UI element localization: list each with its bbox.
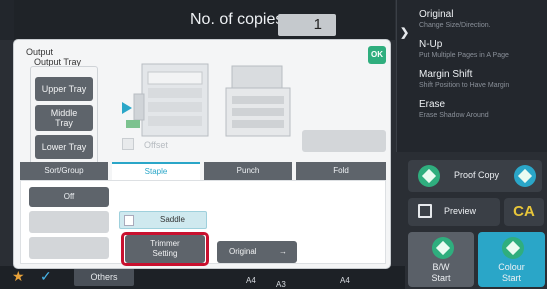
copies-input[interactable]: 1 — [278, 14, 336, 36]
middle-tray-button[interactable]: Middle Tray — [35, 105, 93, 131]
preview-icon — [418, 204, 432, 218]
tab-punch[interactable]: Punch — [204, 162, 292, 180]
start-colour-icon — [502, 237, 524, 259]
staple-option-disabled — [29, 211, 109, 233]
start-icon — [432, 237, 454, 259]
finishing-tabs: Sort/Group Staple Punch Fold — [20, 162, 386, 180]
home-strip — [0, 0, 14, 40]
lower-tray-button[interactable]: Lower Tray — [35, 135, 93, 159]
tray-size-label: A3 — [276, 280, 286, 289]
tray-size-label: A4 — [340, 276, 350, 285]
bw-start-label: B/W Start — [431, 262, 451, 283]
dialog-title: Output — [26, 47, 54, 57]
others-button[interactable]: Others — [74, 268, 134, 286]
top-bar: No. of copies 1 — [0, 0, 395, 40]
preview-button[interactable]: Preview — [408, 198, 500, 226]
copier-screen: No. of copies 1 ❯ Original Change Size/D… — [0, 0, 547, 289]
staple-option-disabled — [29, 237, 109, 259]
highlight-frame — [121, 232, 209, 266]
staple-off-button[interactable]: Off — [29, 187, 109, 207]
star-icon[interactable]: ★ — [12, 268, 25, 285]
tab-staple[interactable]: Staple — [112, 162, 200, 180]
mode-original[interactable]: Original Change Size/Direction. — [419, 9, 491, 29]
chevron-right-icon[interactable]: ❯ — [400, 26, 409, 39]
tab-fold[interactable]: Fold — [296, 162, 386, 180]
staple-options: Off Saddle Trimmer Setting Original → — [20, 180, 386, 266]
colour-start-button[interactable]: Colour Start — [478, 232, 545, 287]
tab-sort-group[interactable]: Sort/Group — [20, 162, 108, 180]
ok-button[interactable]: OK — [368, 46, 386, 64]
tray-size-label: A4 — [246, 276, 256, 285]
clear-all-button[interactable]: CA — [504, 198, 544, 226]
proof-copy-button[interactable]: Proof Copy — [408, 160, 542, 192]
upper-tray-button[interactable]: Upper Tray — [35, 77, 93, 101]
output-dialog: Output OK Output Tray Upper Tray Middle … — [14, 40, 390, 268]
proof-colour-icon — [514, 165, 536, 187]
special-modes-panel: ❯ Original Change Size/Direction. N-Up P… — [396, 0, 547, 152]
proof-icon — [418, 165, 440, 187]
saddle-icon — [124, 215, 134, 226]
output-tray-group: Upper Tray Middle Tray Lower Tray — [30, 66, 98, 170]
original-button[interactable]: Original → — [217, 241, 297, 263]
mode-erase[interactable]: Erase Erase Shadow Around — [419, 99, 489, 119]
saddle-option[interactable]: Saddle — [119, 211, 207, 229]
offset-label: Offset — [144, 140, 168, 150]
mode-n-up[interactable]: N-Up Put Multiple Pages in A Page — [419, 39, 509, 59]
offset-checkbox[interactable] — [122, 138, 134, 150]
printer-illustration — [122, 63, 291, 137]
disabled-option-button — [302, 130, 386, 152]
check-icon[interactable]: ✓ — [40, 268, 52, 285]
copies-label: No. of copies — [190, 11, 284, 28]
arrow-right-icon: → — [279, 247, 287, 256]
bw-start-button[interactable]: B/W Start — [408, 232, 474, 287]
colour-start-label: Colour Start — [498, 262, 525, 283]
mode-margin-shift[interactable]: Margin Shift Shift Position to Have Marg… — [419, 69, 509, 89]
